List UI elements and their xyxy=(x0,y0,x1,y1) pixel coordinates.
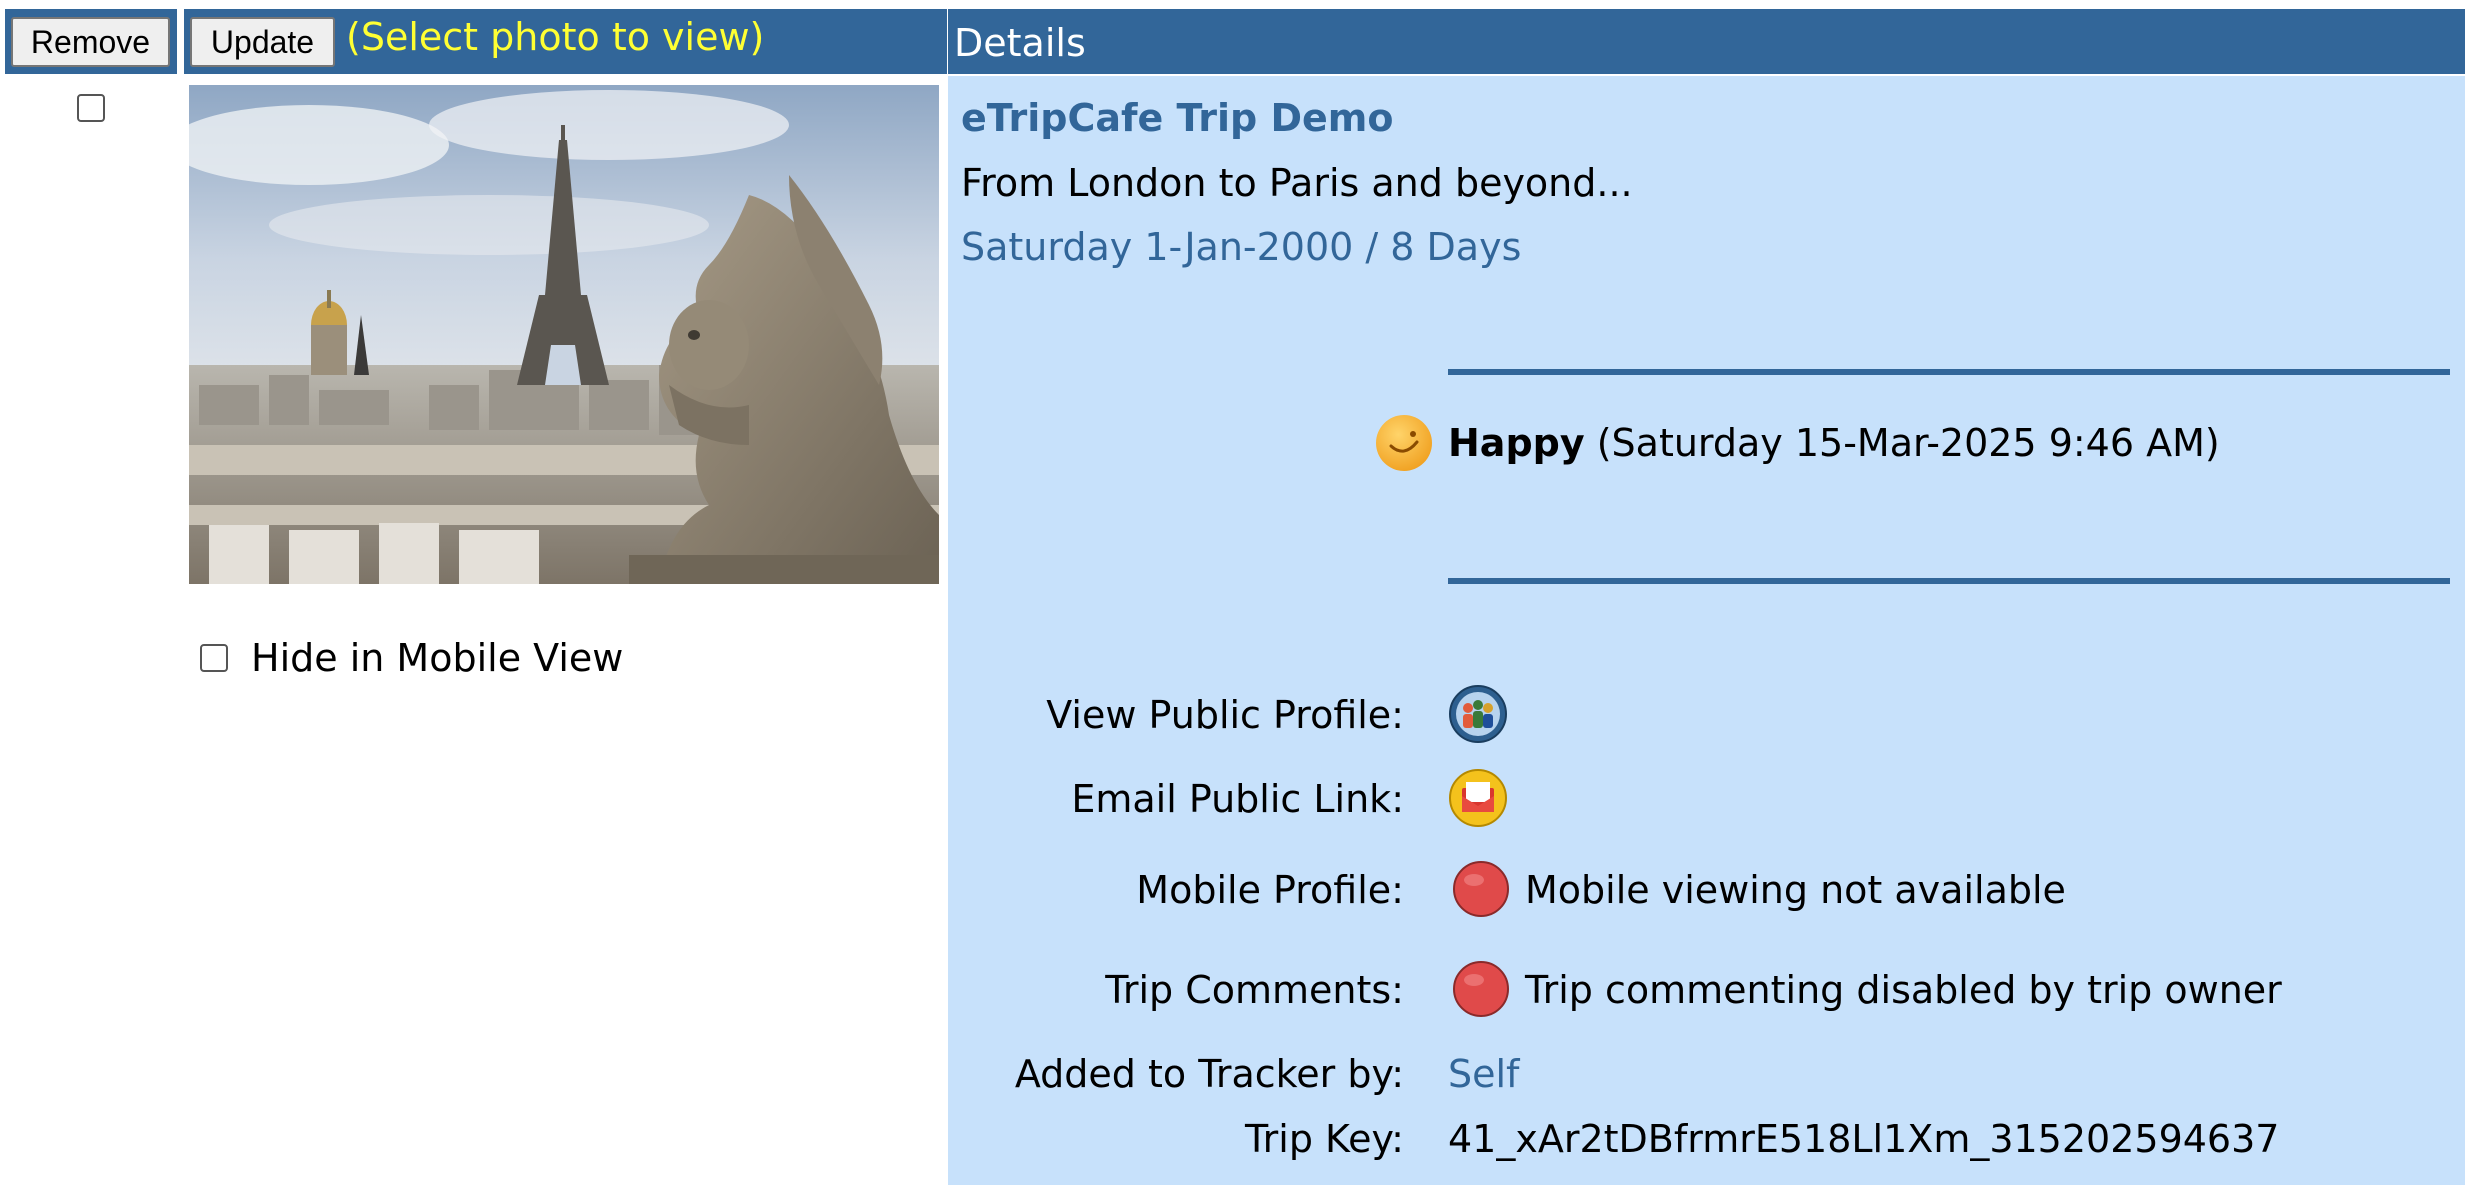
trip-key-value: 41_xAr2tDBfrmrE518Ll1Xm_315202594637 xyxy=(1448,1117,2280,1161)
red-status-icon xyxy=(1453,861,1509,917)
details-panel: eTripCafe Trip Demo From London to Paris… xyxy=(948,76,2465,1185)
trip-photo[interactable] xyxy=(189,85,939,584)
public-profile-label: View Public Profile: xyxy=(1046,693,1404,737)
mood-status: Happy (Saturday 15-Mar-2025 9:46 AM) xyxy=(1448,421,2220,465)
remove-header-cell: Remove xyxy=(5,9,177,74)
details-title: Details xyxy=(954,21,1086,65)
email-link-label: Email Public Link: xyxy=(1071,777,1404,821)
smiley-icon xyxy=(1376,415,1432,471)
divider xyxy=(1448,578,2450,584)
divider xyxy=(1448,369,2450,375)
paris-gargoyle-photo xyxy=(189,85,939,584)
trip-key-label: Trip Key: xyxy=(1245,1117,1404,1161)
trip-tracker-page: Remove Update (Select photo to view) Det… xyxy=(0,0,2465,1185)
update-button[interactable]: Update xyxy=(190,17,335,67)
details-header-cell: Details xyxy=(948,9,2465,74)
mood-timestamp: (Saturday 15-Mar-2025 9:46 AM) xyxy=(1596,421,2220,465)
added-by-link[interactable]: Self xyxy=(1448,1052,1519,1096)
added-by-label: Added to Tracker by: xyxy=(1014,1052,1404,1096)
red-status-icon xyxy=(1453,961,1509,1017)
email-icon[interactable] xyxy=(1448,768,1508,828)
remove-button[interactable]: Remove xyxy=(11,17,170,67)
hide-mobile-label: Hide in Mobile View xyxy=(251,636,624,680)
group-profile-icon[interactable] xyxy=(1448,684,1508,744)
select-trip-checkbox[interactable] xyxy=(77,94,105,122)
hide-mobile-checkbox[interactable] xyxy=(200,644,228,672)
trip-comments-value: Trip commenting disabled by trip owner xyxy=(1525,968,2282,1012)
mood-label: Happy xyxy=(1448,421,1585,465)
mobile-profile-value: Mobile viewing not available xyxy=(1525,868,2066,912)
trip-comments-label: Trip Comments: xyxy=(1105,968,1404,1012)
trip-title-link[interactable]: eTripCafe Trip Demo xyxy=(961,96,1394,140)
select-photo-hint: (Select photo to view) xyxy=(346,15,765,59)
trip-dates: Saturday 1-Jan-2000 / 8 Days xyxy=(961,225,1522,269)
trip-subtitle: From London to Paris and beyond... xyxy=(961,161,1633,205)
mobile-profile-label: Mobile Profile: xyxy=(1136,868,1404,912)
update-header-cell: Update (Select photo to view) xyxy=(184,9,947,74)
